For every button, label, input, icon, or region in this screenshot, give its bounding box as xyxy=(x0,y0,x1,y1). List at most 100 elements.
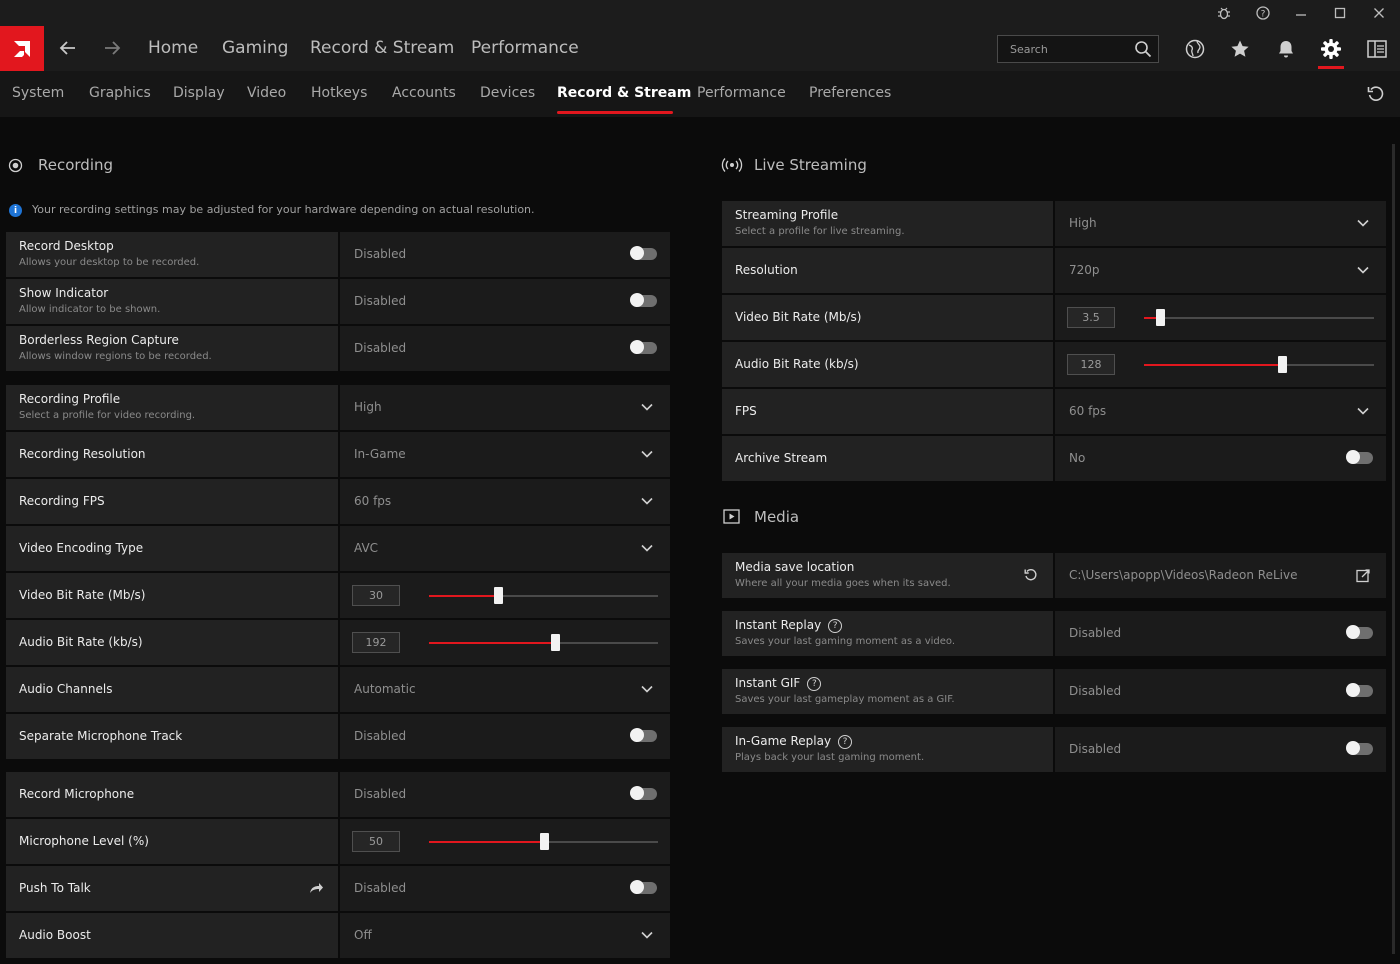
push-to-talk-toggle[interactable] xyxy=(630,880,657,894)
broadcast-icon xyxy=(721,158,743,172)
in-game-replay-value-cell[interactable]: Disabled xyxy=(1055,727,1386,772)
instant-replay-help-icon[interactable]: ? xyxy=(828,618,843,633)
chevron-down-icon[interactable] xyxy=(640,400,654,414)
top-navigation: Home Gaming Record & Stream Performance xyxy=(0,26,1400,71)
recording-resolution-value-cell[interactable]: In-Game xyxy=(340,432,670,477)
instant-gif-help-icon[interactable]: ? xyxy=(807,676,822,691)
maximize-button[interactable] xyxy=(1328,4,1352,22)
audio-bit-rate-kb-s-slider-thumb[interactable] xyxy=(551,634,560,651)
audio-boost-value-cell[interactable]: Off xyxy=(340,913,670,958)
fps-row: FPS 60 fps xyxy=(722,389,1386,434)
tab-accounts[interactable]: Accounts xyxy=(392,85,456,101)
borderless-region-capture-label-cell: Borderless Region Capture Allows window r… xyxy=(6,326,338,371)
recording-fps-value-cell[interactable]: 60 fps xyxy=(340,479,670,524)
tab-system[interactable]: System xyxy=(12,85,64,101)
audio-bit-rate-kb-s-slider-thumb[interactable] xyxy=(1278,356,1287,373)
recording-resolution-row: Recording Resolution In-Game xyxy=(6,432,670,477)
in-game-replay-help-icon[interactable]: ? xyxy=(838,734,853,749)
in-game-replay-toggle[interactable] xyxy=(1346,741,1373,755)
borderless-region-capture-value-cell[interactable]: Disabled xyxy=(340,326,670,371)
audio-bit-rate-kb-s-slider-track[interactable] xyxy=(429,634,658,651)
tab-devices[interactable]: Devices xyxy=(480,85,535,101)
chevron-down-icon[interactable] xyxy=(640,447,654,461)
nav-gaming[interactable]: Gaming xyxy=(222,38,288,58)
show-indicator-value-cell[interactable]: Disabled xyxy=(340,279,670,324)
forward-arrow-icon[interactable] xyxy=(101,36,125,60)
star-icon[interactable] xyxy=(1227,36,1253,62)
microphone-level-slider-track[interactable] xyxy=(429,833,658,850)
media-save-location-value-cell[interactable]: C:\Users\apopp\Videos\Radeon ReLive xyxy=(1055,553,1386,598)
search-input[interactable] xyxy=(998,36,1128,62)
instant-gif-value-cell[interactable]: Disabled xyxy=(1055,669,1386,714)
instant-replay-toggle[interactable] xyxy=(1346,625,1373,639)
instant-replay-value-cell[interactable]: Disabled xyxy=(1055,611,1386,656)
chevron-down-icon[interactable] xyxy=(640,494,654,508)
share-arrow-icon[interactable] xyxy=(308,881,324,895)
audio-bit-rate-kb-s-value-input[interactable]: 128 xyxy=(1067,354,1115,375)
microphone-level-value-input[interactable]: 50 xyxy=(352,831,400,852)
tab-record-stream[interactable]: Record & Stream xyxy=(557,85,691,101)
video-bit-rate-mb-s-value-input[interactable]: 30 xyxy=(352,585,400,606)
video-bit-rate-mb-s-slider-track[interactable] xyxy=(429,587,658,604)
archive-stream-value-cell[interactable]: No xyxy=(1055,436,1386,481)
tab-display[interactable]: Display xyxy=(173,85,225,101)
bell-icon[interactable] xyxy=(1273,36,1299,62)
globe-icon[interactable] xyxy=(1182,36,1208,62)
close-button[interactable] xyxy=(1367,4,1391,22)
search-icon[interactable] xyxy=(1134,40,1152,58)
chevron-down-icon[interactable] xyxy=(640,682,654,696)
chevron-down-icon[interactable] xyxy=(1356,263,1370,277)
video-bit-rate-mb-s-value-input[interactable]: 3.5 xyxy=(1067,307,1115,328)
help-icon[interactable]: ? xyxy=(1251,4,1275,22)
record-microphone-toggle[interactable] xyxy=(630,786,657,800)
tab-preferences[interactable]: Preferences xyxy=(809,85,891,101)
video-bit-rate-mb-s-slider-track[interactable] xyxy=(1144,309,1374,326)
record-microphone-value-cell[interactable]: Disabled xyxy=(340,772,670,817)
borderless-region-capture-toggle[interactable] xyxy=(630,340,657,354)
audio-boost-row: Audio Boost Off xyxy=(6,913,670,958)
amd-logo-icon[interactable] xyxy=(0,26,44,71)
chevron-down-icon[interactable] xyxy=(1356,216,1370,230)
audio-channels-value-cell[interactable]: Automatic xyxy=(340,667,670,712)
nav-performance[interactable]: Performance xyxy=(471,38,579,58)
tab-graphics[interactable]: Graphics xyxy=(89,85,151,101)
minimize-button[interactable] xyxy=(1289,4,1313,22)
archive-stream-toggle[interactable] xyxy=(1346,450,1373,464)
nav-home[interactable]: Home xyxy=(148,38,198,58)
scrollbar[interactable] xyxy=(1392,144,1395,954)
recording-profile-value-cell[interactable]: High xyxy=(340,385,670,430)
chevron-down-icon[interactable] xyxy=(640,541,654,555)
video-encoding-type-value-cell[interactable]: AVC xyxy=(340,526,670,571)
video-bit-rate-mb-s-slider-thumb[interactable] xyxy=(494,587,503,604)
back-arrow-icon[interactable] xyxy=(55,36,79,60)
audio-bit-rate-kb-s-slider-track[interactable] xyxy=(1144,356,1374,373)
chevron-down-icon[interactable] xyxy=(1356,404,1370,418)
reset-location-icon[interactable] xyxy=(1023,567,1039,583)
video-bit-rate-mb-s-slider-thumb[interactable] xyxy=(1156,309,1165,326)
reset-icon[interactable] xyxy=(1366,84,1386,104)
separate-microphone-track-value-cell[interactable]: Disabled xyxy=(340,714,670,759)
separate-microphone-track-label-cell: Separate Microphone Track xyxy=(6,714,338,759)
archive-stream-row: Archive Stream No xyxy=(722,436,1386,481)
record-desktop-value-cell[interactable]: Disabled xyxy=(340,232,670,277)
microphone-level-slider-thumb[interactable] xyxy=(540,833,549,850)
chevron-down-icon[interactable] xyxy=(640,928,654,942)
push-to-talk-value-cell[interactable]: Disabled xyxy=(340,866,670,911)
record-desktop-value: Disabled xyxy=(354,247,407,261)
settings-gear-icon[interactable] xyxy=(1318,36,1344,62)
record-desktop-toggle[interactable] xyxy=(630,246,657,260)
instant-gif-toggle[interactable] xyxy=(1346,683,1373,697)
tab-hotkeys[interactable]: Hotkeys xyxy=(311,85,367,101)
tab-performance[interactable]: Performance xyxy=(697,85,786,101)
edit-folder-icon[interactable] xyxy=(1356,568,1371,583)
streaming-profile-value-cell[interactable]: High xyxy=(1055,201,1386,246)
sidebar-panel-icon[interactable] xyxy=(1364,36,1390,62)
show-indicator-toggle[interactable] xyxy=(630,293,657,307)
resolution-value-cell[interactable]: 720p xyxy=(1055,248,1386,293)
bug-report-icon[interactable] xyxy=(1212,4,1236,22)
separate-microphone-track-toggle[interactable] xyxy=(630,728,657,742)
fps-value-cell[interactable]: 60 fps xyxy=(1055,389,1386,434)
tab-video[interactable]: Video xyxy=(247,85,286,101)
audio-bit-rate-kb-s-value-input[interactable]: 192 xyxy=(352,632,400,653)
nav-record-stream[interactable]: Record & Stream xyxy=(310,38,454,58)
